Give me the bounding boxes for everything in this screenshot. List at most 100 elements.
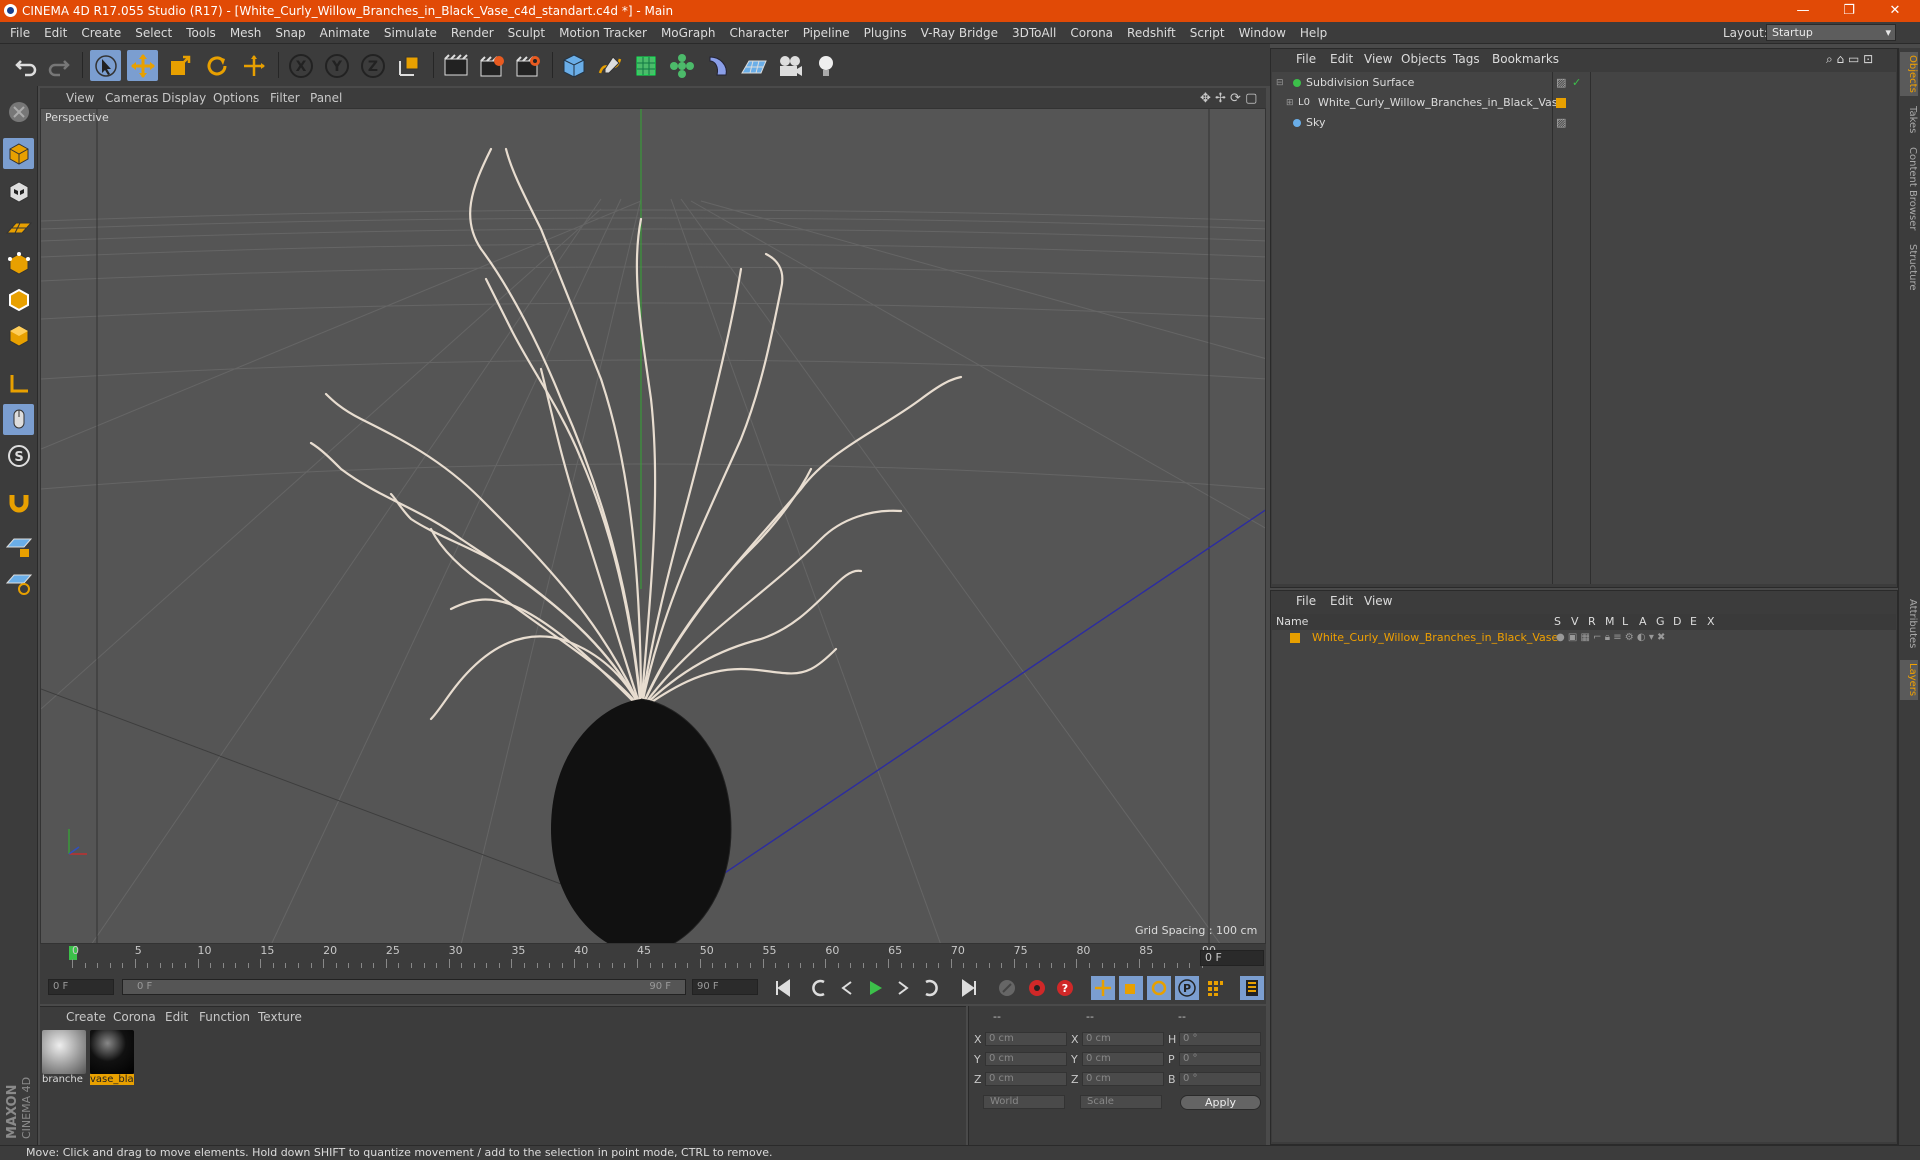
move-icon[interactable]: [127, 50, 158, 81]
object-menu-file[interactable]: File: [1296, 52, 1316, 66]
x-axis-icon[interactable]: X: [285, 50, 316, 81]
frame-range-slider[interactable]: 0 F 90 F: [122, 979, 686, 995]
material-swatch-branches[interactable]: [42, 1030, 86, 1074]
key-point-level-icon[interactable]: [1203, 976, 1227, 1000]
tab-content-browser[interactable]: Content Browser: [1900, 146, 1918, 232]
layer-menu-edit[interactable]: Edit: [1330, 594, 1353, 608]
menu-3dtoall[interactable]: 3DToAll: [1005, 22, 1063, 44]
menu-create[interactable]: Create: [74, 22, 128, 44]
menu-snap[interactable]: Snap: [268, 22, 312, 44]
coord-pos-y[interactable]: 0 cm: [985, 1052, 1067, 1066]
make-editable-icon[interactable]: [3, 96, 34, 127]
tab-attributes[interactable]: Attributes: [1900, 594, 1918, 654]
layer-flag-deformers[interactable]: D: [1673, 615, 1681, 628]
render-view-icon[interactable]: [440, 50, 471, 81]
coord-rot-p[interactable]: 0 °: [1179, 1052, 1261, 1066]
layer-flag-view[interactable]: V: [1571, 615, 1579, 628]
expand-icon[interactable]: ⊞: [1286, 93, 1294, 113]
enabled-check-icon[interactable]: ✓: [1572, 73, 1581, 93]
viewport-menu-panel[interactable]: Panel: [310, 91, 342, 105]
end-frame-field[interactable]: 90 F: [692, 979, 758, 995]
start-frame-field[interactable]: 0 F: [48, 979, 114, 995]
layer-menu-file[interactable]: File: [1296, 594, 1316, 608]
tab-layers[interactable]: Layers: [1900, 660, 1918, 700]
object-menu-edit[interactable]: Edit: [1330, 52, 1353, 66]
layer-color-icon[interactable]: [1556, 98, 1566, 108]
layer-flag-solo[interactable]: S: [1554, 615, 1561, 628]
apply-button[interactable]: Apply: [1180, 1095, 1261, 1110]
menu-animate[interactable]: Animate: [313, 22, 377, 44]
menu-file[interactable]: File: [0, 22, 37, 44]
array-icon[interactable]: [666, 50, 697, 81]
menu-pipeline[interactable]: Pipeline: [796, 22, 857, 44]
coord-pos-x[interactable]: 0 cm: [985, 1032, 1067, 1046]
light-icon[interactable]: [810, 50, 841, 81]
y-axis-icon[interactable]: Y: [321, 50, 352, 81]
keyframe-selection-icon[interactable]: ?: [1053, 976, 1077, 1000]
menu-tools[interactable]: Tools: [179, 22, 223, 44]
rotate-icon[interactable]: [201, 50, 232, 81]
viewport-menu-cameras[interactable]: Cameras: [105, 91, 158, 105]
material-menu-corona[interactable]: Corona: [113, 1010, 156, 1024]
menu-select[interactable]: Select: [128, 22, 179, 44]
layer-flag-manager[interactable]: M: [1605, 615, 1615, 628]
object-row-subdivision[interactable]: ⊟ Subdivision Surface ▨ ✓: [1272, 73, 1896, 93]
go-to-end-icon[interactable]: [957, 976, 981, 1000]
layout-select[interactable]: Startup: [1766, 24, 1896, 41]
edges-mode-icon[interactable]: [3, 284, 34, 315]
material-menu-function[interactable]: Function: [199, 1010, 250, 1024]
material-menu-edit[interactable]: Edit: [165, 1010, 188, 1024]
lock-workplane-icon[interactable]: [3, 530, 34, 561]
pen-spline-icon[interactable]: [594, 50, 625, 81]
edit-render-settings-icon[interactable]: [512, 50, 543, 81]
coord-size-y[interactable]: 0 cm: [1082, 1052, 1164, 1066]
layer-flag-xref[interactable]: X: [1707, 615, 1715, 628]
object-menu-objects[interactable]: Objects: [1401, 52, 1446, 66]
viewport-nav-icons[interactable]: ✥ ✢ ⟳ ▢: [1200, 91, 1257, 106]
scale-icon[interactable]: [164, 50, 195, 81]
layer-flag-render[interactable]: R: [1588, 615, 1596, 628]
menu-mesh[interactable]: Mesh: [223, 22, 269, 44]
next-key-icon[interactable]: [919, 976, 943, 1000]
menu-render[interactable]: Render: [444, 22, 501, 44]
close-button[interactable]: ✕: [1872, 0, 1918, 22]
menu-plugins[interactable]: Plugins: [857, 22, 914, 44]
object-search-icon[interactable]: ⌕ ⌂ ▭ ⊡: [1826, 52, 1873, 67]
tweak-mode-icon[interactable]: [3, 404, 34, 435]
go-to-start-icon[interactable]: [771, 976, 795, 1000]
layer-color-swatch[interactable]: [1290, 633, 1300, 643]
menu-edit[interactable]: Edit: [37, 22, 74, 44]
camera-icon[interactable]: [774, 50, 805, 81]
object-row-sky[interactable]: Sky ▨: [1272, 113, 1896, 133]
live-transform-icon[interactable]: [238, 50, 269, 81]
texture-mode-icon[interactable]: [3, 176, 34, 207]
undo-icon[interactable]: [10, 50, 41, 81]
timeline-window-icon[interactable]: [1240, 976, 1264, 1000]
workplane-rotate-icon[interactable]: [3, 566, 34, 597]
previous-frame-icon[interactable]: [835, 976, 859, 1000]
material-menu-create[interactable]: Create: [66, 1010, 106, 1024]
coord-pos-z[interactable]: 0 cm: [985, 1072, 1067, 1086]
layer-flag-expressions[interactable]: E: [1690, 615, 1697, 628]
tab-takes[interactable]: Takes: [1900, 102, 1918, 138]
menu-redshift[interactable]: Redshift: [1120, 22, 1183, 44]
viewport-menu-filter[interactable]: Filter: [270, 91, 300, 105]
previous-key-icon[interactable]: [807, 976, 831, 1000]
object-row-willow[interactable]: ⊞ L0 White_Curly_Willow_Branches_in_Blac…: [1272, 93, 1896, 113]
menu-mograph[interactable]: MoGraph: [654, 22, 723, 44]
autokeying-icon[interactable]: [1025, 976, 1049, 1000]
viewport-menu-display[interactable]: Display: [162, 91, 206, 105]
material-menu-texture[interactable]: Texture: [258, 1010, 302, 1024]
points-mode-icon[interactable]: [3, 248, 34, 279]
visibility-toggle-icon[interactable]: ▨: [1556, 113, 1566, 133]
menu-sculpt[interactable]: Sculpt: [501, 22, 552, 44]
perspective-viewport[interactable]: [40, 108, 1266, 944]
maximize-button[interactable]: ❐: [1826, 0, 1872, 22]
visibility-toggle-icon[interactable]: ▨: [1556, 73, 1566, 93]
layer-toggle-icons[interactable]: ● ▣ ▦ ⌐ 🔒︎ ≡ ⚙ ◐ ▾ ✖: [1556, 631, 1665, 645]
layer-row-willow[interactable]: White_Curly_Willow_Branches_in_Black_Vas…: [1272, 631, 1896, 645]
menu-help[interactable]: Help: [1293, 22, 1334, 44]
object-menu-bookmarks[interactable]: Bookmarks: [1492, 52, 1559, 66]
timeline-ruler[interactable]: 051015202530354045505560657075808590: [40, 944, 1266, 972]
next-frame-icon[interactable]: [891, 976, 915, 1000]
